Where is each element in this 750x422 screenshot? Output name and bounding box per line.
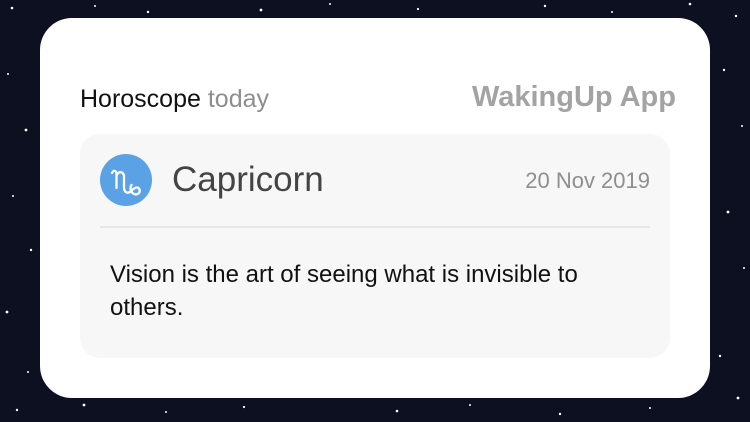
horoscope-date: 20 Nov 2019 — [525, 168, 650, 193]
widget-title-strong: Horoscope — [80, 85, 201, 113]
widget-title: Horoscope today — [80, 84, 269, 114]
capricorn-zodiac-icon — [100, 154, 152, 206]
horoscope-widget[interactable]: Horoscope today WakingUp App Capricorn 2… — [40, 18, 710, 398]
horoscope-message: Vision is the art of seeing what is invi… — [110, 261, 578, 321]
widget-title-muted: today — [207, 85, 270, 113]
zodiac-sign-name: Capricorn — [172, 160, 324, 199]
app-brand-label: WakingUp App — [471, 81, 676, 113]
card-divider — [100, 226, 650, 228]
horoscope-card[interactable]: Capricorn 20 Nov 2019 Vision is the art … — [80, 134, 670, 358]
